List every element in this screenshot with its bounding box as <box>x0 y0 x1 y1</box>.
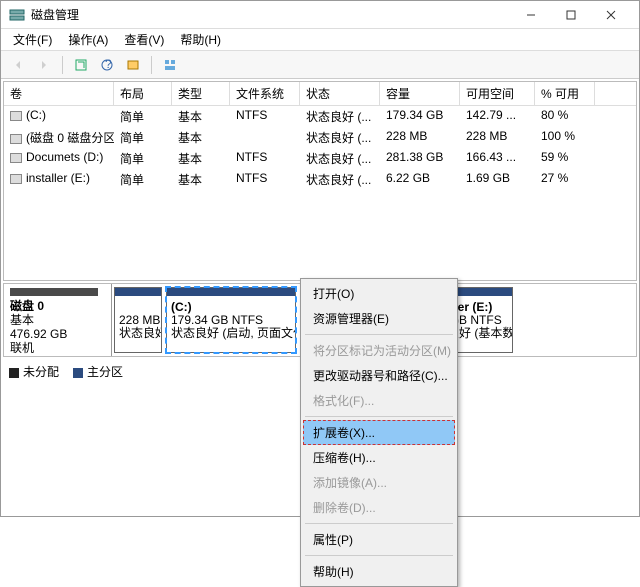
ctx-mirror: 添加镜像(A)... <box>303 470 455 495</box>
action-icon[interactable] <box>122 54 144 76</box>
toolbar: ? <box>1 51 639 79</box>
menu-view[interactable]: 查看(V) <box>118 29 170 50</box>
table-row[interactable]: (磁盘 0 磁盘分区 1)简单基本状态良好 (...228 MB228 MB10… <box>4 127 636 148</box>
table-row[interactable]: (C:)简单基本NTFS状态良好 (...179.34 GB142.79 ...… <box>4 106 636 127</box>
col-type[interactable]: 类型 <box>172 82 230 105</box>
ctx-explore[interactable]: 资源管理器(E) <box>303 306 455 331</box>
menu-action[interactable]: 操作(A) <box>62 29 114 50</box>
help-icon[interactable]: ? <box>96 54 118 76</box>
maximize-button[interactable] <box>551 3 591 27</box>
legend-unalloc: 未分配 <box>23 365 59 379</box>
ctx-change[interactable]: 更改驱动器号和路径(C)... <box>303 363 455 388</box>
menu-file[interactable]: 文件(F) <box>7 29 58 50</box>
ctx-open[interactable]: 打开(O) <box>303 281 455 306</box>
view-icon[interactable] <box>159 54 181 76</box>
volume-list: 卷 布局 类型 文件系统 状态 容量 可用空间 % 可用 (C:)简单基本NTF… <box>3 81 637 281</box>
minimize-button[interactable] <box>511 3 551 27</box>
ctx-shrink[interactable]: 压缩卷(H)... <box>303 445 455 470</box>
col-fs[interactable]: 文件系统 <box>230 82 300 105</box>
refresh-icon[interactable] <box>70 54 92 76</box>
col-pct[interactable]: % 可用 <box>535 82 595 105</box>
ctx-active: 将分区标记为活动分区(M) <box>303 338 455 363</box>
ctx-extend[interactable]: 扩展卷(X)... <box>303 420 455 445</box>
col-layout[interactable]: 布局 <box>114 82 172 105</box>
col-volume[interactable]: 卷 <box>4 82 114 105</box>
close-button[interactable] <box>591 3 631 27</box>
table-row[interactable]: Documets (D:)简单基本NTFS状态良好 (...281.38 GB1… <box>4 148 636 169</box>
back-button[interactable] <box>7 54 29 76</box>
menu-help[interactable]: 帮助(H) <box>174 29 227 50</box>
partition[interactable]: 228 MB状态良好 (E <box>114 287 162 353</box>
ctx-delete: 删除卷(D)... <box>303 495 455 520</box>
ctx-format: 格式化(F)... <box>303 388 455 413</box>
partition[interactable]: (C:)179.34 GB NTFS状态良好 (启动, 页面文件, 故障 <box>166 287 296 353</box>
legend-primary: 主分区 <box>87 365 123 379</box>
col-capacity[interactable]: 容量 <box>380 82 460 105</box>
disk-size: 476.92 GB <box>10 327 105 341</box>
window-title: 磁盘管理 <box>31 6 511 23</box>
ctx-help[interactable]: 帮助(H) <box>303 559 455 584</box>
menubar: 文件(F) 操作(A) 查看(V) 帮助(H) <box>1 29 639 51</box>
col-free[interactable]: 可用空间 <box>460 82 535 105</box>
disk-status: 联机 <box>10 341 105 355</box>
table-row[interactable]: installer (E:)简单基本NTFS状态良好 (...6.22 GB1.… <box>4 169 636 190</box>
col-status[interactable]: 状态 <box>300 82 380 105</box>
disk-type: 基本 <box>10 313 105 327</box>
disk-info[interactable]: 磁盘 0 基本 476.92 GB 联机 <box>4 284 112 356</box>
svg-text:?: ? <box>105 58 112 71</box>
ctx-props[interactable]: 属性(P) <box>303 527 455 552</box>
app-icon <box>9 7 25 23</box>
forward-button[interactable] <box>33 54 55 76</box>
disk-label: 磁盘 0 <box>10 299 44 313</box>
context-menu: 打开(O) 资源管理器(E) 将分区标记为活动分区(M) 更改驱动器号和路径(C… <box>300 278 458 587</box>
